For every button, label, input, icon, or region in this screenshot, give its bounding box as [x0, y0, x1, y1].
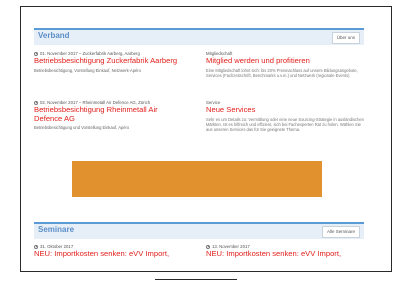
membership-desc: Eine Mitgliedschaft lohnt sich: bis 20% … [206, 67, 358, 78]
event-subtitle: Betriebsbesichtigung, Vorstellung Einkau… [34, 67, 141, 73]
promo-banner[interactable] [72, 161, 322, 197]
clock-icon [34, 244, 38, 249]
event-card-aarberg[interactable]: 01. November 2017 – Zuckerfabrik Aarberg… [34, 51, 184, 73]
seminar-card-2[interactable]: 13. November 2017 NEU: Importkosten senk… [206, 244, 364, 259]
clock-icon [34, 100, 38, 105]
event-title-link[interactable]: Betriebsbesichtigung Rheinmetall Air Def… [34, 105, 184, 123]
verband-header: Verband Über uns [34, 28, 364, 45]
service-card[interactable]: Service Neue Services Sehr es um Details… [206, 100, 364, 132]
about-us-button[interactable]: Über uns [331, 32, 360, 44]
service-desc: Sehr es um Details zu: Vermittlung oder … [206, 116, 364, 132]
seminar-card-1[interactable]: 31. Oktober 2017 NEU: Importkosten senke… [34, 244, 184, 259]
membership-card[interactable]: Mitgliedschaft Mitglied werden und profi… [206, 51, 364, 78]
bottom-underline [155, 279, 237, 280]
seminar-title-link[interactable]: NEU: Importkosten senken: eVV Import, [206, 249, 364, 259]
event-card-rheinmetall[interactable]: 02. November 2017 – Rheinmetall Air Defe… [34, 100, 184, 130]
clock-icon [206, 244, 210, 249]
event-subtitle: Betriebsbesichtigung und Vorstellung Ein… [34, 125, 130, 131]
service-title-link[interactable]: Neue Services [206, 105, 364, 115]
all-seminars-button[interactable]: Alle Seminare [321, 226, 360, 238]
event-title-link[interactable]: Betriebsbesichtigung Zuckerfabrik Aarber… [34, 56, 184, 66]
membership-title-link[interactable]: Mitglied werden und profitieren [206, 56, 364, 66]
clock-icon [34, 51, 38, 56]
seminare-title: Seminare [38, 225, 75, 234]
verband-title: Verband [38, 31, 70, 40]
seminar-title-link[interactable]: NEU: Importkosten senken: eVV Import, [34, 249, 184, 259]
seminare-header: Seminare Alle Seminare [34, 222, 364, 239]
